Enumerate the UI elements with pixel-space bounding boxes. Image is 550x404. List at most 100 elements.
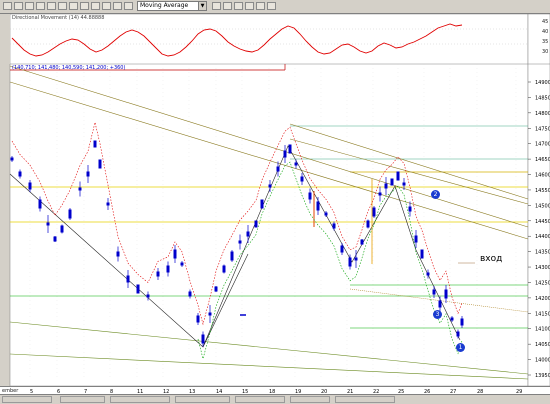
candle-body bbox=[426, 272, 430, 276]
candle-body bbox=[324, 212, 328, 216]
toolbar-button[interactable] bbox=[245, 2, 254, 10]
candle-body bbox=[201, 334, 205, 344]
status-cell bbox=[235, 396, 285, 403]
indicator-scale-label: 30 bbox=[542, 49, 549, 55]
price-scale-label: 14150 bbox=[535, 311, 550, 317]
candle-body bbox=[246, 231, 250, 237]
price-scale-label: 14450 bbox=[535, 219, 550, 225]
price-chart[interactable]: 14900 14850 14800 14750 14700 14650 14600 14550… bbox=[0, 64, 550, 386]
candle-body bbox=[106, 202, 110, 206]
candle-body bbox=[126, 275, 130, 283]
wave-marker-3: 3 bbox=[433, 310, 442, 319]
candle-body bbox=[60, 225, 64, 233]
toolbar-button[interactable] bbox=[3, 2, 12, 10]
candle-body bbox=[208, 312, 212, 316]
indicator-scale-label: 40 bbox=[542, 29, 549, 35]
candle-body bbox=[390, 178, 394, 186]
candle-body bbox=[396, 171, 400, 181]
price-scale-label: 14250 bbox=[535, 280, 550, 286]
status-cell bbox=[110, 396, 170, 403]
price-scale-label: 14550 bbox=[535, 188, 550, 194]
candle-body bbox=[222, 265, 226, 273]
candle-body bbox=[366, 220, 370, 228]
candle-body bbox=[372, 207, 376, 217]
toolbar-button[interactable] bbox=[256, 2, 265, 10]
indicator-select-value: Moving Average bbox=[140, 2, 189, 9]
candle-body bbox=[308, 192, 312, 200]
price-scale-label: 14500 bbox=[535, 203, 550, 209]
price-scale-label: 14800 bbox=[535, 111, 550, 117]
price-scale-label: 14600 bbox=[535, 173, 550, 179]
toolbar-button[interactable] bbox=[47, 2, 56, 10]
candle-body bbox=[402, 182, 406, 186]
toolbar-button[interactable] bbox=[102, 2, 111, 10]
toolbar-button[interactable] bbox=[80, 2, 89, 10]
candle-body bbox=[384, 183, 388, 189]
candle-body bbox=[332, 223, 336, 229]
candle-body bbox=[230, 251, 234, 261]
candle-body bbox=[28, 182, 32, 190]
price-scale-label: 13950 bbox=[535, 373, 550, 379]
candle-body bbox=[316, 201, 320, 211]
candle-body bbox=[354, 257, 358, 261]
price-scale-label: 14700 bbox=[535, 142, 550, 148]
toolbar-button[interactable] bbox=[14, 2, 23, 10]
toolbar-button[interactable] bbox=[69, 2, 78, 10]
candle-body bbox=[444, 289, 448, 299]
candle-body bbox=[166, 265, 170, 273]
status-cell bbox=[60, 396, 105, 403]
candle-body bbox=[68, 209, 72, 219]
price-scale-label: 14200 bbox=[535, 296, 550, 302]
candle-body bbox=[408, 206, 412, 212]
candle-body bbox=[438, 300, 442, 308]
candle-body bbox=[116, 251, 120, 257]
price-chart-panel: 14900 14850 14800 14750 14700 14650 14600 14550… bbox=[0, 64, 550, 386]
entry-label: вход bbox=[480, 254, 503, 264]
candle-body bbox=[414, 235, 418, 243]
status-cell bbox=[2, 396, 52, 403]
candle-body bbox=[288, 144, 292, 154]
candle-body bbox=[450, 317, 454, 321]
price-scale-label: 14000 bbox=[535, 358, 550, 364]
wave-marker-2: 2 bbox=[431, 190, 440, 199]
candle-body bbox=[214, 286, 218, 292]
candle-body bbox=[173, 249, 177, 259]
price-scale-label: 14050 bbox=[535, 342, 550, 348]
candle-body bbox=[268, 184, 272, 188]
status-cell bbox=[335, 396, 395, 403]
toolbar-button[interactable] bbox=[124, 2, 133, 10]
indicator-scale-label: 45 bbox=[542, 19, 549, 25]
candle-body bbox=[146, 294, 150, 298]
price-scale-label: 14650 bbox=[535, 157, 550, 163]
candle-body bbox=[460, 318, 464, 326]
toolbar-button[interactable] bbox=[25, 2, 34, 10]
candle-body bbox=[432, 289, 436, 295]
toolbar-button[interactable] bbox=[36, 2, 45, 10]
candle-body bbox=[378, 192, 382, 196]
candle-body bbox=[53, 236, 57, 242]
indicator-title: Directional Movement (14) 44.88888 bbox=[12, 15, 105, 21]
candle-body bbox=[196, 315, 200, 323]
toolbar-button[interactable] bbox=[234, 2, 243, 10]
candle-body bbox=[10, 157, 14, 161]
price-scale-label: 14300 bbox=[535, 265, 550, 271]
price-scale-label: 14850 bbox=[535, 95, 550, 101]
toolbar-button[interactable] bbox=[223, 2, 232, 10]
indicator-scale-label: 35 bbox=[542, 39, 549, 45]
price-panel-title: (140,710; 141,480; 140,590; 141,200; +36… bbox=[12, 65, 126, 71]
indicator-select[interactable]: Moving Average ▼ bbox=[137, 1, 207, 11]
toolbar-button[interactable] bbox=[91, 2, 100, 10]
price-scale-label: 14350 bbox=[535, 250, 550, 256]
toolbar-button[interactable] bbox=[113, 2, 122, 10]
chevron-down-icon[interactable]: ▼ bbox=[198, 2, 206, 10]
candle-body bbox=[420, 249, 424, 259]
toolbar-button[interactable] bbox=[58, 2, 67, 10]
candle-body bbox=[180, 262, 184, 266]
candle-body bbox=[46, 222, 50, 226]
toolbar-button[interactable] bbox=[212, 2, 221, 10]
candle-body bbox=[456, 331, 460, 337]
candle-body bbox=[86, 171, 90, 177]
indicator-panel: Directional Movement (14) 44.88888 45 40… bbox=[0, 14, 550, 64]
toolbar-button[interactable] bbox=[267, 2, 276, 10]
candle-body bbox=[238, 240, 242, 244]
